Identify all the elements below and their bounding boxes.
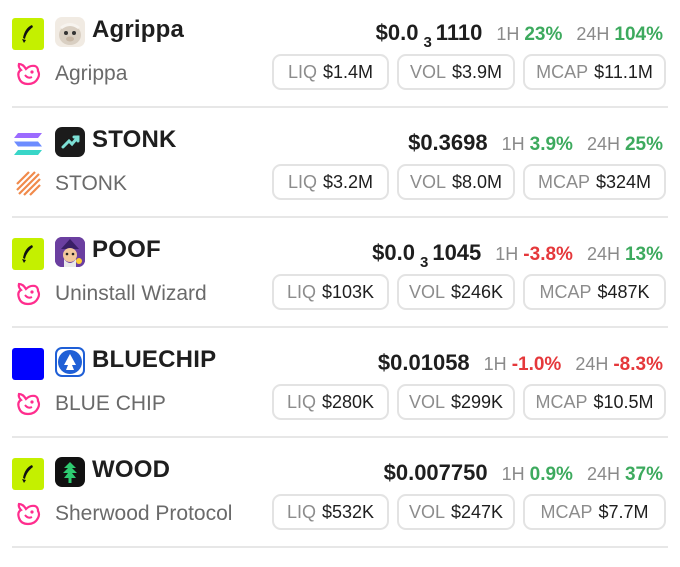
stats-pills: LIQ $103K VOL $246K MCAP $487K [272, 274, 666, 310]
price-line: $0.0 3 1110 1H 23% 24H 104% [375, 20, 663, 51]
change-24h-value: 37% [624, 464, 663, 485]
stonk-avatar-icon [55, 127, 85, 157]
volume-pill[interactable]: VOL $8.0M [397, 164, 515, 200]
stats-pills: LIQ $3.2M VOL $8.0M MCAP $324M [272, 164, 666, 200]
liquidity-pill[interactable]: LIQ $532K [272, 494, 389, 530]
market-cap-pill[interactable]: MCAP $10.5M [523, 384, 666, 420]
token-name: BLUE CHIP [55, 392, 166, 415]
token-price: $0.3698 [408, 130, 488, 155]
change-1h-value: -1.0% [511, 354, 562, 375]
market-cap-pill[interactable]: MCAP $11.1M [523, 54, 666, 90]
change-1h-label: 1H [496, 24, 520, 44]
solana-chain-icon [12, 128, 44, 160]
pump-fun-chain-icon [12, 458, 44, 490]
change-24h-label: 24H [586, 134, 620, 154]
change-1h-label: 1H [501, 134, 525, 154]
liquidity-pill[interactable]: LIQ $103K [272, 274, 389, 310]
stats-pills: LIQ $280K VOL $299K MCAP $10.5M [272, 384, 666, 420]
raydium-icon [13, 170, 43, 198]
change-24h-label: 24H [575, 354, 609, 374]
change-1h-value: 0.9% [529, 464, 573, 485]
token-name: Agrippa [55, 62, 128, 85]
change-1h-value: 23% [524, 24, 563, 45]
row-divider [12, 326, 668, 328]
bluechip-avatar-icon [55, 347, 85, 377]
volume-pill[interactable]: VOL $246K [397, 274, 515, 310]
change-24h-label: 24H [576, 24, 610, 44]
row-divider [12, 216, 668, 218]
token-symbol[interactable]: Agrippa [92, 16, 184, 44]
market-cap-pill[interactable]: MCAP $487K [523, 274, 666, 310]
change-1h-label: 1H [501, 464, 525, 484]
row-divider [12, 106, 668, 108]
token-row[interactable]: Agrippa Agrippa $0.0 3 1110 1H 23% 24H 104… [0, 0, 680, 110]
change-24h-value: 13% [624, 244, 663, 265]
liquidity-pill[interactable]: LIQ $1.4M [272, 54, 389, 90]
base-chain-icon [12, 348, 44, 380]
token-price: $0.0 3 1045 [372, 240, 482, 271]
pump-fun-chain-icon [12, 238, 44, 270]
change-1h-label: 1H [483, 354, 507, 374]
token-row[interactable]: WOOD Sherwood Protocol $0.007750 1H 0.9%… [0, 440, 680, 550]
row-divider [12, 546, 668, 548]
token-price: $0.007750 [383, 460, 488, 485]
price-line: $0.3698 1H 3.9% 24H 25% [408, 130, 663, 156]
volume-pill[interactable]: VOL $299K [397, 384, 515, 420]
change-24h-label: 24H [586, 244, 620, 264]
token-name: Uninstall Wizard [55, 282, 207, 305]
token-symbol[interactable]: WOOD [92, 456, 170, 484]
token-row[interactable]: BLUECHIP BLUE CHIP $0.01058 1H -1.0% 24H… [0, 330, 680, 440]
token-row[interactable]: STONK STONK $0.3698 1H 3.9% 24H 25% LIQ $… [0, 110, 680, 220]
change-24h-value: -8.3% [613, 354, 663, 375]
token-row[interactable]: POOF Uninstall Wizard $0.0 3 1045 1H -3.8%… [0, 220, 680, 330]
token-symbol[interactable]: STONK [92, 126, 177, 154]
price-line: $0.007750 1H 0.9% 24H 37% [384, 460, 663, 486]
token-price: $0.01058 [377, 350, 470, 375]
poof-avatar-icon [55, 237, 85, 267]
change-1h-value: -3.8% [523, 244, 573, 265]
liquidity-pill[interactable]: LIQ $280K [272, 384, 389, 420]
change-1h-value: 3.9% [529, 134, 573, 155]
change-24h-label: 24H [586, 464, 620, 484]
uniswap-icon [13, 280, 43, 308]
token-name: Sherwood Protocol [55, 502, 233, 525]
token-name: STONK [55, 172, 127, 195]
market-cap-pill[interactable]: MCAP $324M [523, 164, 666, 200]
uniswap-icon [13, 60, 43, 88]
wood-avatar-icon [55, 457, 85, 487]
uniswap-icon [13, 390, 43, 418]
token-symbol[interactable]: POOF [92, 236, 161, 264]
change-24h-value: 104% [614, 24, 663, 45]
liquidity-pill[interactable]: LIQ $3.2M [272, 164, 389, 200]
change-24h-value: 25% [624, 134, 663, 155]
token-price: $0.0 3 1110 [375, 20, 483, 51]
token-symbol[interactable]: BLUECHIP [92, 346, 216, 374]
stats-pills: LIQ $532K VOL $247K MCAP $7.7M [272, 494, 666, 530]
market-cap-pill[interactable]: MCAP $7.7M [523, 494, 666, 530]
uniswap-icon [13, 500, 43, 528]
pump-fun-chain-icon [12, 18, 44, 50]
change-1h-label: 1H [495, 244, 519, 264]
volume-pill[interactable]: VOL $3.9M [397, 54, 515, 90]
stats-pills: LIQ $1.4M VOL $3.9M MCAP $11.1M [272, 54, 666, 90]
price-line: $0.01058 1H -1.0% 24H -8.3% [378, 350, 663, 376]
row-divider [12, 436, 668, 438]
price-line: $0.0 3 1045 1H -3.8% 24H 13% [372, 240, 663, 271]
agrippa-avatar-icon [55, 17, 85, 47]
volume-pill[interactable]: VOL $247K [397, 494, 515, 530]
